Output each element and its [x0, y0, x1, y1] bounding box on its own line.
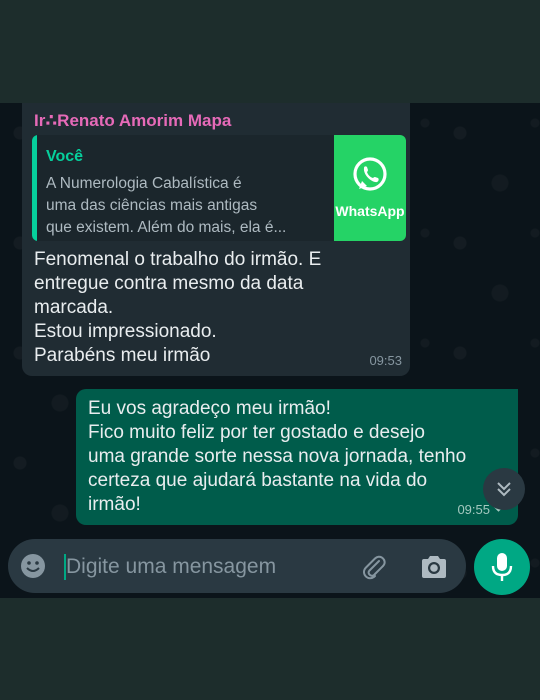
- message-line: Parabéns meu irmão: [34, 345, 211, 366]
- message-time: 09:55: [457, 502, 490, 517]
- quoted-message[interactable]: Você A Numerologia Cabalística é uma das…: [32, 135, 406, 241]
- chat-area: Ir∴Renato Amorim Mapa Você A Numerologia…: [0, 103, 540, 598]
- message-line: uma grande sorte nessa nova jornada, ten…: [88, 446, 467, 467]
- outgoing-message[interactable]: Eu vos agradeço meu irmão! Fico muito fe…: [76, 389, 518, 525]
- quote-thumbnail: WhatsApp: [334, 135, 406, 241]
- double-chevron-down-icon: [497, 482, 511, 497]
- whatsapp-logo-icon: [353, 157, 387, 191]
- quote-text: A Numerologia Cabalística é uma das ciên…: [46, 173, 321, 239]
- message-line: Fico muito feliz por ter gostado e desej…: [88, 422, 425, 443]
- message-line: Fenomenal o trabalho do irmão. E: [34, 249, 322, 270]
- quote-author: Você: [46, 148, 84, 165]
- attach-icon[interactable]: [360, 553, 388, 581]
- message-composer[interactable]: Digite uma mensagem: [8, 539, 466, 593]
- thumbnail-label: WhatsApp: [335, 203, 405, 219]
- quote-line: que existem. Além do mais, ela é...: [46, 219, 287, 236]
- message-line: Estou impressionado.: [34, 321, 217, 342]
- message-line: Eu vos agradeço meu irmão!: [88, 398, 331, 419]
- message-line: entregue contra mesmo da data: [34, 273, 304, 294]
- message-line: irmão!: [88, 494, 141, 515]
- message-line: marcada.: [34, 297, 114, 318]
- emoji-icon[interactable]: [20, 553, 46, 579]
- message-input[interactable]: [64, 554, 348, 582]
- quote-line: uma das ciências mais antigas: [46, 197, 258, 214]
- microphone-icon: [491, 553, 513, 581]
- scroll-to-bottom-button[interactable]: [483, 468, 525, 510]
- sender-name[interactable]: Ir∴Renato Amorim Mapa: [34, 111, 231, 131]
- voice-record-button[interactable]: [474, 539, 530, 595]
- incoming-message[interactable]: Ir∴Renato Amorim Mapa Você A Numerologia…: [22, 103, 410, 376]
- camera-icon[interactable]: [420, 554, 448, 580]
- message-time: 09:53: [369, 353, 402, 368]
- quote-accent-bar: [32, 135, 37, 241]
- quote-line: A Numerologia Cabalística é: [46, 175, 242, 192]
- message-line: certeza que ajudará bastante na vida do: [88, 470, 428, 491]
- message-text: Eu vos agradeço meu irmão! Fico muito fe…: [88, 397, 508, 517]
- message-text: Fenomenal o trabalho do irmão. E entregu…: [34, 248, 374, 368]
